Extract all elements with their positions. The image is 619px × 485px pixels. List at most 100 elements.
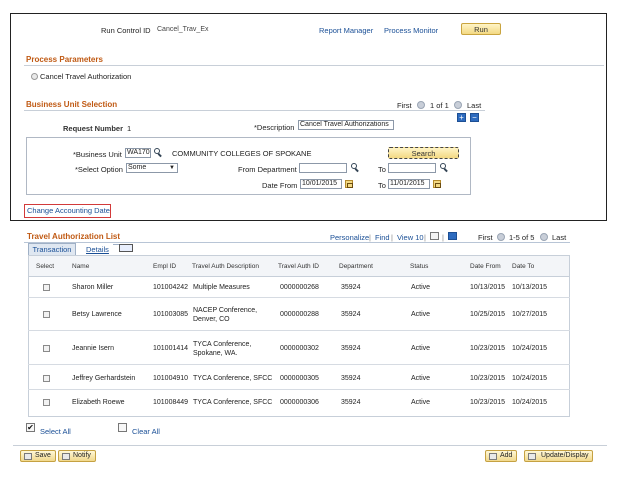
business-unit-field[interactable]: WA170 — [125, 148, 151, 158]
row-date-to: 10/24/2015 — [512, 375, 548, 382]
row-divider — [28, 389, 570, 390]
list-nav-range: 1-5 of 5 — [509, 233, 535, 242]
row-status: Active — [411, 399, 431, 406]
request-number-label: Request Number — [63, 124, 124, 133]
select-option-label: *Select Option — [75, 165, 123, 174]
row-auth-id[interactable]: 0000000302 — [280, 345, 319, 352]
run-control-label: Run Control ID — [101, 26, 151, 35]
date-from-field[interactable]: 10/01/2015 — [300, 179, 342, 189]
row-divider — [28, 330, 570, 331]
select-option-dropdown[interactable]: Some ▼ — [126, 163, 178, 173]
list-prev-icon[interactable] — [497, 233, 505, 241]
row-description[interactable]: TYCA Conference, SFCC — [193, 399, 272, 406]
nav-first[interactable]: First — [397, 101, 412, 110]
list-next-icon[interactable] — [540, 233, 548, 241]
save-button[interactable]: Save — [20, 450, 56, 462]
row-select-checkbox[interactable] — [43, 311, 50, 318]
nav-prev-icon[interactable] — [417, 101, 425, 109]
from-department-field[interactable] — [299, 163, 347, 173]
row-select-checkbox[interactable] — [43, 345, 50, 352]
travel-list-title: Travel Authorization List — [27, 232, 121, 241]
select-all-icon[interactable]: ✔ — [26, 423, 35, 432]
row-name: Sharon Miller — [72, 284, 114, 291]
from-department-lookup-icon[interactable] — [351, 163, 360, 172]
row-auth-id[interactable]: 0000000288 — [280, 311, 319, 318]
row-auth-id[interactable]: 0000000306 — [280, 399, 319, 406]
row-auth-id[interactable]: 0000000305 — [280, 375, 319, 382]
row-description[interactable]: NACEP Conference, Denver, CO — [193, 306, 269, 324]
divider — [24, 65, 604, 66]
row-status: Active — [411, 345, 431, 352]
business-unit-selection-title: Business Unit Selection — [26, 100, 118, 109]
tab-transaction[interactable]: Transaction — [28, 243, 76, 255]
calendar-icon[interactable] — [345, 180, 353, 188]
row-select-checkbox[interactable] — [43, 375, 50, 382]
add-row-icon[interactable]: + — [457, 113, 466, 122]
separator: | — [369, 233, 371, 242]
col-department: Department — [339, 263, 373, 270]
row-empl-id: 101004910 — [153, 375, 189, 382]
change-accounting-date-link[interactable]: Change Accounting Date — [24, 204, 111, 218]
select-all-link[interactable]: Select All — [40, 427, 71, 436]
row-name: Jeannie Isern — [72, 345, 115, 352]
row-description[interactable]: TYCA Conference, Spokane, WA. — [193, 340, 269, 358]
row-date-from: 10/13/2015 — [470, 284, 506, 291]
row-department: 35924 — [341, 311, 361, 318]
row-description[interactable]: Multiple Measures — [193, 284, 250, 291]
row-date-to: 10/13/2015 — [512, 284, 548, 291]
report-manager-link[interactable]: Report Manager — [319, 26, 373, 35]
cancel-travel-radio[interactable] — [31, 73, 38, 80]
search-button[interactable]: Search — [388, 147, 459, 159]
calendar-icon[interactable] — [433, 180, 441, 188]
col-name: Name — [72, 263, 90, 270]
select-option-value: Some — [128, 164, 147, 171]
description-field[interactable]: Cancel Travel Authorizations — [298, 120, 394, 130]
personalize-link[interactable]: Personalize — [330, 233, 369, 242]
show-all-columns-icon[interactable] — [119, 244, 133, 252]
add-button[interactable]: Add — [485, 450, 518, 462]
clear-all-link[interactable]: Clear All — [132, 427, 160, 436]
nav-range: 1 of 1 — [430, 101, 449, 110]
cancel-travel-label: Cancel Travel Authorization — [40, 72, 132, 81]
find-link[interactable]: Find — [375, 233, 390, 242]
row-name: Betsy Lawrence — [72, 311, 122, 318]
run-button[interactable]: Run — [461, 23, 501, 35]
separator: | — [442, 233, 444, 242]
col-status: Status — [410, 263, 429, 270]
download-icon[interactable] — [448, 232, 457, 240]
row-department: 35924 — [341, 399, 361, 406]
list-nav-first[interactable]: First — [478, 233, 493, 242]
row-date-from: 10/25/2015 — [470, 311, 506, 318]
save-icon — [24, 453, 32, 460]
row-divider — [28, 297, 570, 298]
tab-details[interactable]: Details — [86, 245, 109, 254]
row-date-from: 10/23/2015 — [470, 375, 506, 382]
row-select-checkbox[interactable] — [43, 284, 50, 291]
process-monitor-link[interactable]: Process Monitor — [384, 26, 438, 35]
row-auth-id[interactable]: 0000000268 — [280, 284, 319, 291]
list-nav-last[interactable]: Last — [552, 233, 566, 242]
row-date-to: 10/24/2015 — [512, 399, 548, 406]
to-department-field[interactable] — [388, 163, 436, 173]
date-from-label: Date From — [262, 181, 298, 190]
update-display-button[interactable]: Update/Display — [524, 450, 594, 462]
business-unit-name: COMMUNITY COLLEGES OF SPOKANE — [172, 149, 312, 158]
to-department-lookup-icon[interactable] — [440, 163, 449, 172]
row-department: 35924 — [341, 345, 361, 352]
row-divider — [28, 364, 570, 365]
business-unit-lookup-icon[interactable] — [154, 148, 163, 157]
zoom-icon[interactable] — [430, 232, 439, 240]
date-to-field[interactable]: 11/01/2015 — [388, 179, 430, 189]
row-description[interactable]: TYCA Conference, SFCC — [193, 375, 272, 382]
row-status: Active — [411, 311, 431, 318]
nav-next-icon[interactable] — [454, 101, 462, 109]
clear-all-icon[interactable] — [118, 423, 127, 432]
row-status: Active — [411, 284, 431, 291]
notify-button[interactable]: Notify — [58, 450, 96, 462]
travel-auth-table — [28, 255, 570, 417]
delete-row-icon[interactable]: − — [470, 113, 479, 122]
col-date-from: Date From — [470, 263, 501, 270]
view-all-link[interactable]: View 10 — [397, 233, 424, 242]
nav-last[interactable]: Last — [467, 101, 481, 110]
row-select-checkbox[interactable] — [43, 399, 50, 406]
